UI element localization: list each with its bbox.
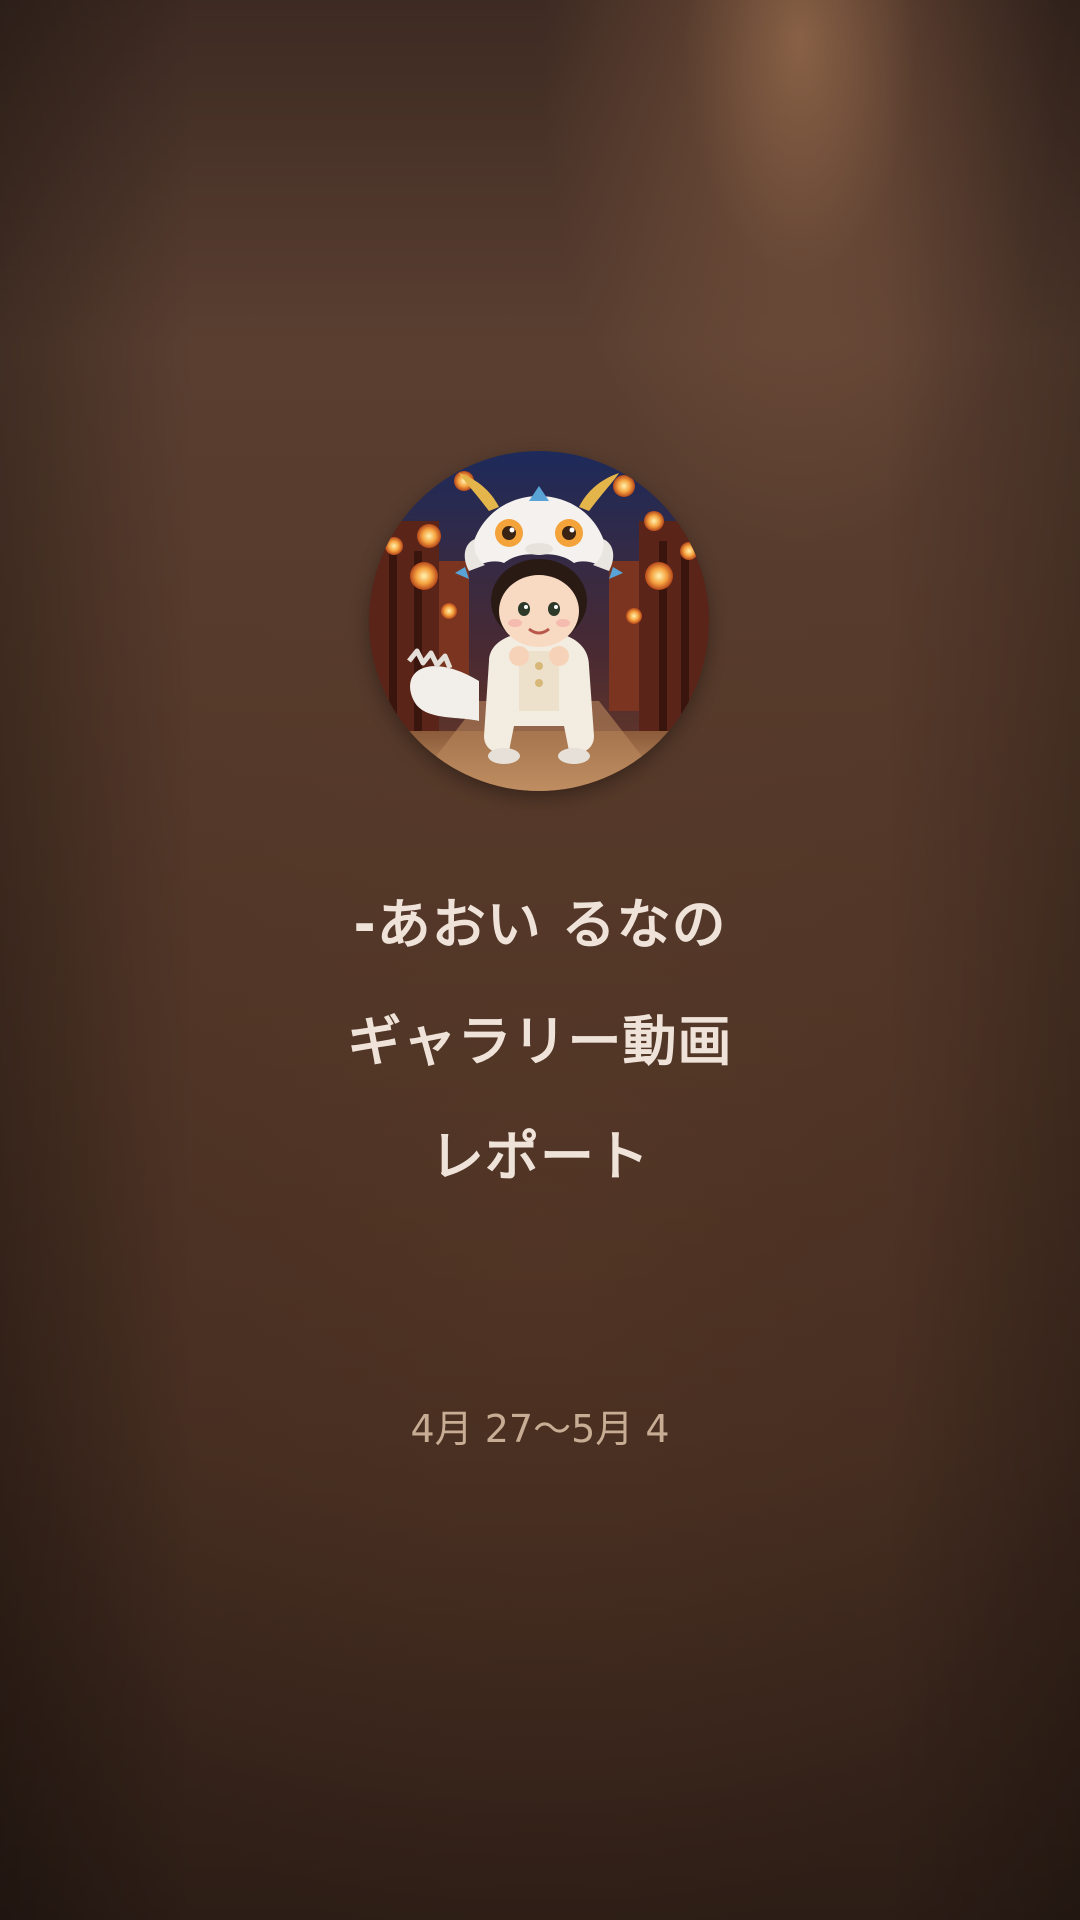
title-line-2: ギャラリー動画 — [347, 1010, 733, 1073]
avatar — [369, 451, 709, 791]
background-vignette — [0, 0, 1080, 1920]
title-line-1: -あおい るなの — [353, 893, 727, 956]
title-line-3: レポート — [430, 1125, 650, 1188]
dragon-costume-child-icon — [369, 451, 709, 791]
date-range: 4月 27〜5月 4 — [410, 1407, 670, 1451]
